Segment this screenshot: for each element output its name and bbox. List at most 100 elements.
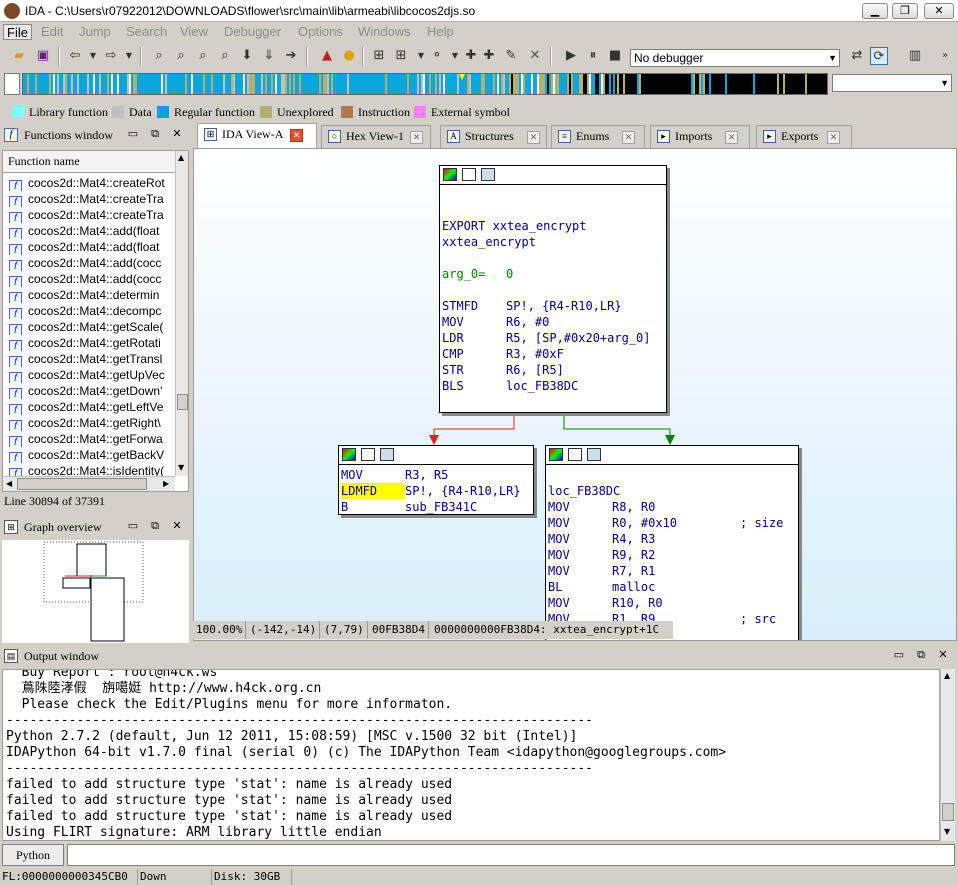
close-icon[interactable]: ✕: [827, 131, 840, 144]
play-icon[interactable]: ▶: [562, 47, 580, 65]
graph-overview[interactable]: [2, 540, 189, 643]
function-list-item[interactable]: f cocos2d::Mat4::getScale(: [3, 319, 175, 335]
close-button[interactable]: ✕: [924, 3, 954, 19]
panel-close-button[interactable]: ✕: [170, 520, 184, 534]
panel-float-button[interactable]: ⧉: [148, 128, 162, 142]
tab-ida-view-a[interactable]: ⊞ IDA View-A ✕: [197, 123, 317, 149]
grid-icon[interactable]: ⊞: [392, 47, 410, 65]
sync-icon[interactable]: ⟳: [870, 47, 888, 65]
menu-edit[interactable]: Edit: [38, 24, 66, 40]
asm-line[interactable]: MOV R8, R0: [548, 499, 740, 515]
save-icon[interactable]: ▣: [34, 47, 52, 65]
panel-minimize-button[interactable]: ▭: [126, 520, 140, 534]
asm-line[interactable]: Bsub_FB341C: [341, 499, 477, 514]
function-list-item[interactable]: f cocos2d::Mat4::decompc: [3, 303, 175, 319]
menu-debugger[interactable]: Debugger: [221, 24, 284, 40]
ida-graph-view[interactable]: EXPORT xxtea_encrypt xxtea_encrypt arg_0= 0…: [193, 148, 957, 641]
functions-horizontal-scrollbar[interactable]: ◀ ▶: [3, 476, 175, 491]
asm-line[interactable]: LDR R5, [SP,#0x20+arg_0]: [442, 330, 651, 346]
function-list-item[interactable]: f cocos2d::Mat4::add(cocc: [3, 255, 175, 271]
panel-close-button[interactable]: ✕: [936, 649, 950, 663]
search-immediate-icon[interactable]: ⌕: [216, 47, 234, 65]
asm-line[interactable]: loc_FB38DC: [548, 483, 620, 499]
panel-minimize-button[interactable]: ▭: [892, 649, 906, 663]
debugger-select[interactable]: No debugger ▼: [630, 49, 840, 67]
python-command-input[interactable]: [67, 844, 955, 866]
enum-icon[interactable]: ✚: [480, 47, 498, 65]
toolbar-overflow-icon[interactable]: »: [936, 47, 954, 65]
close-icon[interactable]: ✕: [725, 131, 738, 144]
asm-line[interactable]: MOV R0, #0x10 ; size: [548, 515, 783, 531]
panel-float-button[interactable]: ⧉: [914, 649, 928, 663]
back-arrow-icon[interactable]: ⇦: [66, 47, 84, 65]
function-name-column-header[interactable]: Function name: [3, 151, 175, 173]
tab-exports[interactable]: ▸ Exports ✕: [756, 125, 852, 148]
menu-jump[interactable]: Jump: [76, 24, 114, 40]
code-block-true[interactable]: loc_FB38DC MOV R8, R0 MOV R0, #0x10; size MOV…: [545, 445, 799, 640]
asm-line[interactable]: CMP R3, #0xF: [442, 346, 564, 362]
function-list-item[interactable]: f cocos2d::Mat4::getRight\: [3, 415, 175, 431]
function-list-item[interactable]: f cocos2d::Mat4::createRot: [3, 175, 175, 191]
menu-windows[interactable]: Windows: [355, 24, 414, 40]
open-folder-icon[interactable]: ▰: [10, 47, 28, 65]
panel-minimize-button[interactable]: ▭: [126, 128, 140, 142]
stop-icon[interactable]: ■: [606, 47, 624, 65]
scrollbar-thumb[interactable]: [17, 478, 147, 490]
chevron-down-icon[interactable]: ▼: [120, 47, 138, 65]
function-list-item[interactable]: f cocos2d::Mat4::getTransl: [3, 351, 175, 367]
asm-line[interactable]: MOV R9, R2: [548, 547, 740, 563]
minimize-button[interactable]: ▁: [862, 3, 888, 19]
function-list-item[interactable]: f cocos2d::Mat4::createTra: [3, 191, 175, 207]
lightbulb-icon[interactable]: ●: [340, 47, 358, 65]
code-block-entry[interactable]: EXPORT xxtea_encrypt xxtea_encrypt arg_0= 0…: [439, 165, 667, 413]
pause-icon[interactable]: ⏸: [584, 47, 602, 65]
function-icon[interactable]: ⚬: [428, 47, 446, 65]
struct-icon[interactable]: ✚: [462, 47, 480, 65]
menu-file[interactable]: File: [3, 24, 32, 40]
output-vertical-scrollbar[interactable]: ▲ ▼: [940, 669, 955, 841]
arrow-down-icon[interactable]: ⇓: [260, 47, 278, 65]
asm-line[interactable]: xxtea_encrypt: [442, 234, 536, 250]
tab-hex-view-1[interactable]: ○ Hex View-1 ✕: [321, 125, 431, 148]
search-binary-icon[interactable]: ⌕: [194, 47, 212, 65]
delete-icon[interactable]: ✕: [526, 47, 544, 65]
edit-icon[interactable]: ✎: [502, 47, 520, 65]
asm-line[interactable]: BLS loc_FB38DC: [442, 378, 578, 394]
function-list-item[interactable]: f cocos2d::Mat4::add(cocc: [3, 271, 175, 287]
menu-options[interactable]: Options: [295, 24, 346, 40]
layout-icon[interactable]: ▥: [906, 47, 924, 65]
panel-float-button[interactable]: ⧉: [148, 520, 162, 534]
asm-line[interactable]: MOV R4, R3: [548, 531, 740, 547]
code-block-false[interactable]: MOV R3, R5 LDMFD SP!, {R4-R10,LR} Bsub_FB341…: [338, 445, 534, 515]
function-list-item[interactable]: f cocos2d::Mat4::add(float: [3, 239, 175, 255]
asm-line[interactable]: MOV R7, R1: [548, 563, 740, 579]
asm-line[interactable]: MOV R3, R5: [341, 467, 448, 483]
function-list-item[interactable]: f cocos2d::Mat4::createTra: [3, 207, 175, 223]
warning-icon[interactable]: ▲: [318, 47, 336, 65]
scrollbar-thumb[interactable]: [177, 394, 188, 410]
output-text[interactable]: Buy Report : root@h4ck.ws 蔦陎陸涍假 旃噶娗 http…: [2, 669, 940, 841]
function-list-item[interactable]: f cocos2d::Mat4::getRotati: [3, 335, 175, 351]
tab-structures[interactable]: A Structures ✕: [440, 125, 547, 148]
function-list-item[interactable]: f cocos2d::Mat4::determin: [3, 287, 175, 303]
function-list-item[interactable]: f cocos2d::Mat4::getBackV: [3, 447, 175, 463]
close-icon[interactable]: ✕: [622, 131, 635, 144]
python-button[interactable]: Python: [2, 844, 64, 866]
menu-search[interactable]: Search: [123, 24, 170, 40]
download-icon[interactable]: ⬇: [238, 47, 256, 65]
forward-arrow-icon[interactable]: ⇨: [102, 47, 120, 65]
asm-line[interactable]: MOV R10, R0: [548, 595, 740, 611]
close-icon[interactable]: ✕: [290, 129, 303, 142]
scrollbar-thumb[interactable]: [942, 803, 954, 821]
close-icon[interactable]: ✕: [410, 131, 423, 144]
menu-view[interactable]: View: [177, 24, 211, 40]
asm-line[interactable]: MOV R6, #0: [442, 314, 549, 330]
maximize-button[interactable]: ❐: [892, 3, 918, 19]
functions-vertical-scrollbar[interactable]: ▲ ▼: [175, 151, 188, 476]
menu-help[interactable]: Help: [424, 24, 457, 40]
function-list-item[interactable]: f cocos2d::Mat4::getUpVec: [3, 367, 175, 383]
asm-line[interactable]: EXPORT xxtea_encrypt: [442, 218, 587, 234]
function-list-item[interactable]: f cocos2d::Mat4::add(float: [3, 223, 175, 239]
hex-icon[interactable]: ⊞: [370, 47, 388, 65]
chevron-down-icon[interactable]: ▼: [84, 47, 102, 65]
